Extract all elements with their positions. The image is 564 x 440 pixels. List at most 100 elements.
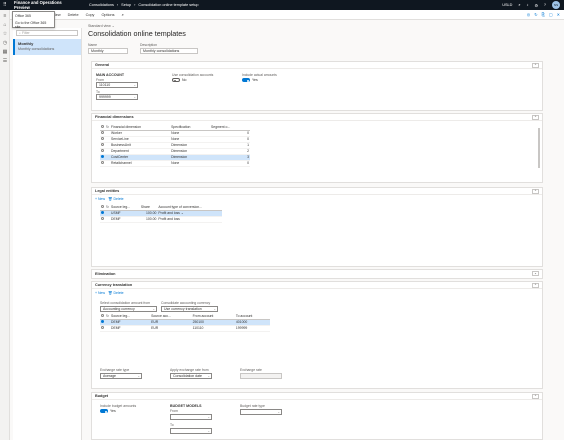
include-actual-toggle[interactable]: Yes [242,78,258,83]
from-account-input[interactable]: 110110 ⌄ [96,82,138,88]
view-selector[interactable]: Standard view ⌄ [88,24,550,28]
attach-icon[interactable]: ⎘ [542,12,545,17]
description-label: Description [140,43,157,47]
currency-translation-section: Currency translation ⌃ + New 🗑 Delete Sel… [91,281,543,389]
chevron-down-icon: ⌄ [277,410,280,414]
rate-type-dropdown[interactable]: Average ⌄ [100,373,142,379]
bell-icon[interactable]: ♪ [527,3,529,7]
collapse-icon[interactable]: ⌃ [532,114,539,120]
section-title[interactable]: Currency translation [95,283,132,287]
hamburger-icon[interactable]: ≡ [2,14,8,19]
app-name[interactable]: Finance and Operations Preview [0,0,73,10]
select-all-checkbox[interactable] [101,314,104,318]
copy-button[interactable]: Copy [84,13,97,17]
use-accounts-toggle[interactable]: No [172,78,187,83]
include-budget-toggle[interactable]: Yes [100,409,116,414]
apply-rate-dropdown[interactable]: Consolidation date ⌄ [170,373,212,379]
cell: 110110 [191,325,235,332]
grid-toolbar: + New 🗑 Delete [92,289,542,297]
financial-dimensions-section: Financial dimensions ⌃ ↻ Financial dimensi… [91,113,543,183]
filter-input[interactable]: ⌕ Filter [16,30,78,36]
clock-icon[interactable]: ◷ [2,41,8,46]
delete-button[interactable]: Delete [66,13,81,17]
to-account-input[interactable]: 999999 ⌄ [96,94,138,100]
breadcrumb-item[interactable]: Consolidations [89,3,114,7]
list-icon[interactable]: ☰ [2,59,8,64]
select-all-checkbox[interactable] [101,125,104,129]
avatar[interactable]: NS [552,1,560,9]
expand-icon[interactable]: ⌄ [532,271,539,276]
description-field: Description Monthly consolidations [140,43,198,54]
legal-entities-section: Legal entities ⌃ + New 🗑 Delete ↻ Source l… [91,187,543,267]
cell: None [170,160,211,167]
grid-icon[interactable]: ▦ [2,50,8,55]
description-input[interactable]: Monthly consolidations [140,48,198,54]
list-item[interactable]: Monthly Monthly consolidations [13,39,81,55]
from-label: From [170,409,178,413]
select-amount-dropdown[interactable]: Accounting currency ⌄ [100,306,157,312]
section-title[interactable]: General [95,63,109,67]
delete-label: Delete [113,291,124,295]
new-button[interactable]: + New [95,197,105,201]
chevron-down-icon: ⌄ [133,95,136,99]
page-actions: ◎ ↻ ⎘ ▢ ✕ [527,12,564,17]
open-icon[interactable]: ▢ [549,12,553,17]
budget-from-dropdown[interactable]: ⌄ [170,414,212,420]
delete-button[interactable]: 🗑 Delete [108,291,124,295]
budget-rate-type-dropdown[interactable]: ⌄ [240,409,282,415]
options-button[interactable]: Options [99,13,116,17]
close-icon[interactable]: ✕ [557,12,560,17]
breadcrumb-item[interactable]: Consolidation online template setup [138,3,198,7]
filter-placeholder: Filter [21,31,30,35]
scrollbar[interactable] [538,128,540,168]
help-icon[interactable]: ? [544,3,546,7]
breadcrumb-item[interactable]: Setup [121,3,131,7]
select-all-checkbox[interactable] [101,205,104,209]
chevron-right-icon: › [116,3,119,7]
to-value: 999999 [99,95,111,99]
office-icon[interactable]: ◎ [527,12,531,17]
collapse-icon[interactable]: ⌃ [532,62,539,68]
name-input[interactable]: Monthly [88,48,128,54]
tooltip: Office 365 Go to the Office 365 site [12,11,55,29]
collapse-icon[interactable]: ⌃ [532,282,539,288]
app-launcher-icon[interactable]: ⠿ [3,2,7,8]
dropdown-value: Consolidation date [173,374,202,378]
exchange-rate-input[interactable] [240,373,282,379]
gear-icon[interactable]: ⚙ [534,3,537,8]
include-budget-label: Include budget amounts [100,404,137,408]
list-item-title: Monthly [18,41,34,46]
cell: DEMF [110,216,140,223]
company-picker[interactable]: USLD [502,3,512,7]
cell-value: Profit and loss [158,211,180,215]
home-icon[interactable]: ⌂ [2,23,8,28]
select-amount-label: Select consolidation amount from [100,301,151,305]
table-row[interactable]: Retailchannel None 0 [100,160,250,167]
table-row[interactable]: DEMF EUR 110110 199999 [100,325,270,332]
topbar-right: USLD ⌕ ♪ ⚙ ? NS [502,1,564,9]
section-title[interactable]: Financial dimensions [95,115,134,119]
new-label: New [98,197,106,201]
delete-button[interactable]: 🗑 Delete [108,197,124,201]
navigation-rail: ≡ ⌂ ☆ ◷ ▦ ☰ [0,10,10,440]
search-icon[interactable]: ⌕ [120,13,126,17]
section-title[interactable]: Budget [95,394,108,398]
collapse-icon[interactable]: ⌃ [532,393,539,399]
elimination-section: Elimination ⌄ [91,269,543,279]
budget-to-dropdown[interactable]: ⌄ [170,428,212,434]
cell: DEMF [110,325,151,332]
main-content: Standard view ⌄ Consolidation online tem… [88,22,550,440]
toggle-value: No [182,78,187,82]
section-title[interactable]: Legal entities [95,189,119,193]
collapse-icon[interactable]: ⌃ [532,188,539,194]
use-accounts-label: Use consolidation accounts [172,73,214,77]
search-icon[interactable]: ⌕ [518,3,520,7]
new-button[interactable]: + New [95,291,105,295]
table-row[interactable]: DEMF 100.00 Profit and loss [100,216,222,223]
star-icon[interactable]: ☆ [2,32,8,37]
list-pane: ⌕ Filter Monthly Monthly consolidations [13,28,82,440]
section-title[interactable]: Elimination [95,272,115,276]
refresh-icon[interactable]: ↻ [534,12,537,17]
consolidate-currency-dropdown[interactable]: Use currency translation ⌄ [161,306,218,312]
budget-section: Budget ⌃ Include budget amounts Yes BUDGE… [91,392,543,440]
